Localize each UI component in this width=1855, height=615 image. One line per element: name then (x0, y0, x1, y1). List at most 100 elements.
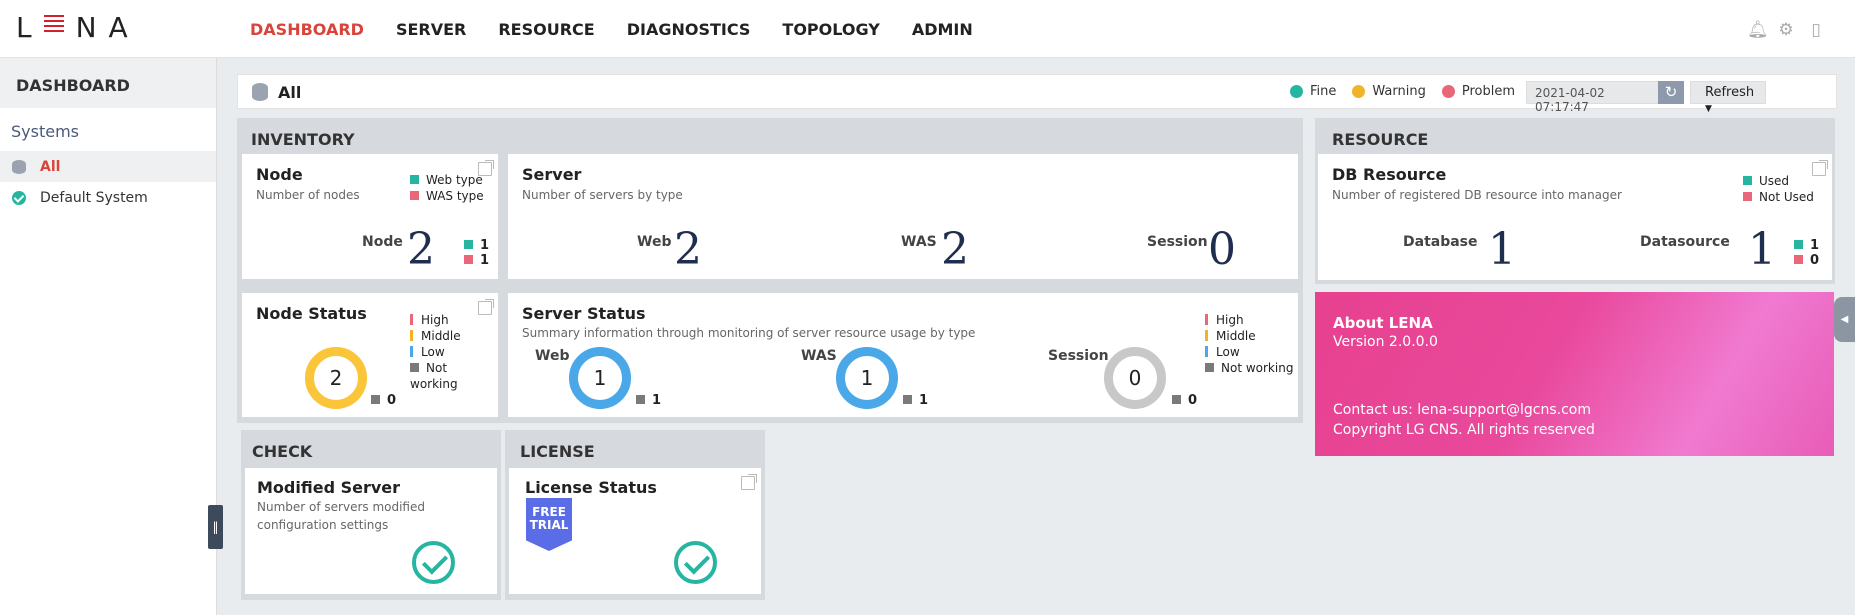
status-legend: High Middle Low Not working (1205, 312, 1293, 376)
high-swatch (1205, 314, 1208, 325)
card-subtitle: Number of nodes (256, 188, 360, 202)
not-used-count: 0 (1810, 253, 1820, 268)
legend-label: Problem (1461, 84, 1515, 99)
session-status-ring[interactable]: 0 (1104, 347, 1166, 409)
logout-icon[interactable]: ▯ (1807, 21, 1825, 39)
datasource-label: Datasource (1640, 234, 1730, 250)
server-status-card: Server Status Summary information throug… (508, 293, 1298, 417)
gear-icon[interactable]: ⚙ (1777, 21, 1795, 39)
sidebar-item-label: Default System (40, 189, 148, 206)
session-not-working: 0 (1172, 393, 1197, 408)
web-swatch (464, 240, 473, 249)
external-link-icon[interactable] (1812, 160, 1828, 176)
nav-dashboard[interactable]: DASHBOARD (250, 20, 364, 39)
middle-swatch (1205, 330, 1208, 341)
lena-logo[interactable]: L NA (16, 11, 140, 44)
was-label: WAS (901, 234, 937, 250)
section-title: INVENTORY (251, 130, 355, 149)
used-swatch (1743, 176, 1752, 185)
legend-label: Not working (1221, 361, 1294, 375)
legend-label: High (421, 313, 449, 327)
not-working-count: 0 (371, 393, 396, 408)
legend-label: Used (1759, 174, 1790, 188)
low-swatch (1205, 346, 1208, 357)
low-swatch (410, 346, 413, 357)
used-swatch (1794, 240, 1803, 249)
check-circle-icon (674, 541, 717, 584)
card-subtitle: Number of registered DB resource into ma… (1332, 188, 1622, 202)
sidebar: DASHBOARD Systems All Default System (0, 58, 217, 615)
node-breakdown: 1 1 (464, 238, 489, 268)
not-working-swatch (410, 363, 419, 372)
count: 1 (919, 393, 929, 408)
warning-icon (1352, 85, 1366, 98)
card-title: Node (256, 165, 303, 184)
sidebar-collapse-handle[interactable]: ‖ (208, 505, 223, 549)
section-title: RESOURCE (1332, 130, 1429, 149)
about-title: About LENA (1333, 314, 1433, 332)
check-section: CHECK Modified Server Number of servers … (241, 430, 501, 600)
card-subtitle: Number of servers by type (522, 188, 683, 202)
about-copyright: Copyright LG CNS. All rights reserved (1333, 422, 1595, 438)
nav-diagnostics[interactable]: DIAGNOSTICS (627, 20, 751, 39)
reload-icon[interactable]: ↻ (1658, 81, 1684, 104)
nav-server[interactable]: SERVER (396, 20, 466, 39)
card-title: Server (522, 165, 582, 184)
database-icon (12, 159, 26, 174)
count: 0 (387, 393, 397, 408)
was-status-ring[interactable]: 1 (836, 347, 898, 409)
inventory-section: INVENTORY Node Number of nodes Web type … (237, 118, 1303, 423)
right-panel-toggle[interactable]: ◀ (1834, 297, 1855, 342)
web-not-working: 1 (636, 393, 661, 408)
legend-label: WAS type (426, 189, 484, 203)
refresh-dropdown[interactable]: Refresh ▼ (1690, 81, 1766, 114)
legend-label: Low (421, 345, 445, 359)
web-status-ring[interactable]: 1 (569, 347, 631, 409)
refresh-label: Refresh (1705, 85, 1755, 100)
not-working-swatch (903, 395, 912, 404)
node-card: Node Number of nodes Web type WAS type N… (242, 154, 498, 279)
card-title: DB Resource (1332, 165, 1447, 184)
high-swatch (410, 314, 413, 325)
was-type-swatch (410, 191, 419, 200)
sidebar-item-all[interactable]: All (0, 151, 216, 182)
modified-server-card: Modified Server Number of servers modifi… (245, 468, 497, 594)
was-count: 2 (941, 224, 969, 275)
nav-resource[interactable]: RESOURCE (498, 20, 594, 39)
used-count: 1 (1810, 238, 1820, 253)
legend-label: Middle (1216, 329, 1256, 343)
session-label: Session (1147, 234, 1208, 250)
nav-topology[interactable]: TOPOLOGY (782, 20, 879, 39)
card-title: Server Status (522, 304, 646, 323)
database-label: Database (1403, 234, 1478, 250)
legend-warning: Warning (1352, 84, 1426, 99)
db-legend: Used Not Used (1743, 173, 1814, 205)
about-lena-panel: About LENA Version 2.0.0.0 Contact us: l… (1315, 292, 1834, 456)
legend-problem: Problem (1441, 84, 1515, 99)
web-count: 1 (480, 238, 490, 253)
caret-down-icon: ▼ (1705, 104, 1712, 114)
legend-label: Not Used (1759, 190, 1814, 204)
main-nav: DASHBOARD SERVER RESOURCE DIAGNOSTICS TO… (250, 20, 1005, 39)
card-subtitle: Summary information through monitoring o… (522, 326, 976, 340)
nav-admin[interactable]: ADMIN (912, 20, 973, 39)
was-count: 1 (480, 253, 490, 268)
free-trial-badge: FREE TRIAL (526, 498, 572, 551)
not-working-swatch (371, 395, 380, 404)
check-circle-icon (412, 541, 455, 584)
legend-label: High (1216, 313, 1244, 327)
sidebar-item-default-system[interactable]: Default System (0, 182, 216, 213)
timestamp-field: 2021-04-02 07:17:47 (1526, 81, 1659, 114)
page-title: All (278, 83, 302, 102)
card-title: Node Status (256, 304, 367, 323)
bell-icon[interactable]: 🔔︎ (1747, 21, 1769, 39)
external-link-icon[interactable] (741, 474, 757, 490)
was-not-working: 1 (903, 393, 928, 408)
about-contact[interactable]: Contact us: lena-support@lgcns.com (1333, 402, 1591, 418)
not-used-swatch (1743, 192, 1752, 201)
node-status-card: Node Status High Middle Low Not working … (242, 293, 498, 417)
middle-swatch (410, 330, 413, 341)
resource-section: RESOURCE DB Resource Number of registere… (1315, 118, 1835, 284)
node-status-ring[interactable]: 2 (305, 347, 367, 409)
license-section: LICENSE License Status FREE TRIAL (505, 430, 765, 600)
